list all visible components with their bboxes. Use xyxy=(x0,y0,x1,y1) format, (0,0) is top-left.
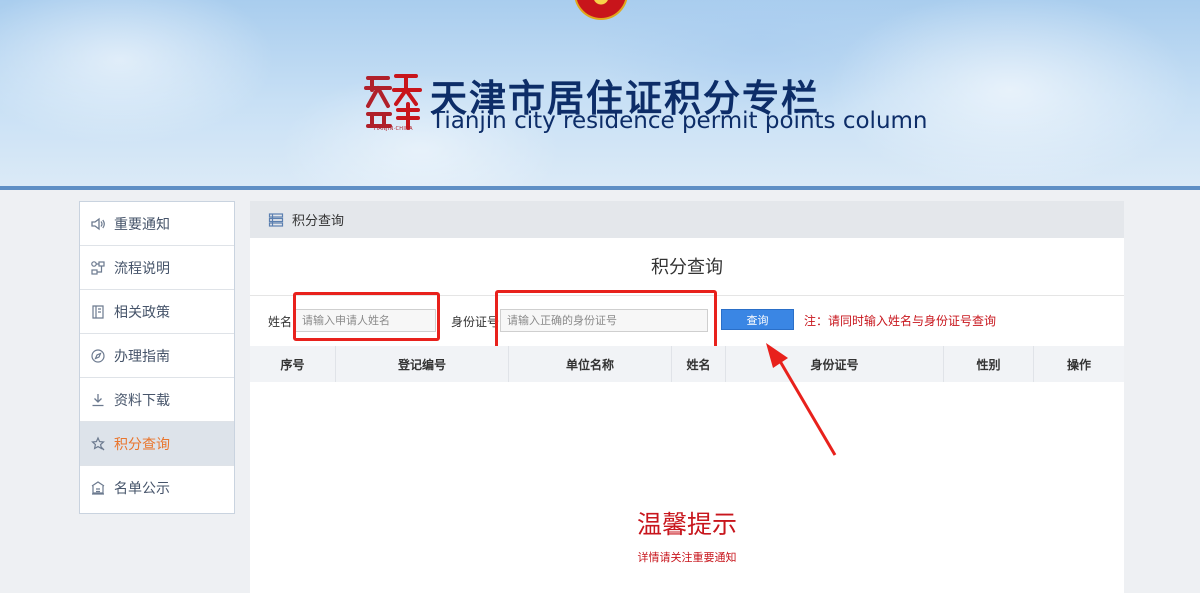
star-search-icon xyxy=(90,436,106,452)
sidebar-item-label: 流程说明 xyxy=(114,260,170,277)
highlight-box-id xyxy=(495,290,717,350)
panel-title: 积分查询 xyxy=(250,238,1124,296)
sidebar-item-downloads[interactable]: 资料下载 xyxy=(80,378,234,422)
banner-divider xyxy=(0,186,1200,190)
search-form: 姓名 身份证号 查询 注：请同时输入姓名与身份证号查询 xyxy=(250,290,1124,350)
list-icon xyxy=(268,212,284,227)
sidebar-item-label: 相关政策 xyxy=(114,304,170,321)
tip-subtitle: 详情请关注重要通知 xyxy=(637,551,737,564)
page-title-english: Tianjin city residence permit points col… xyxy=(431,108,928,134)
flow-icon xyxy=(90,260,106,276)
national-emblem-icon xyxy=(574,0,628,20)
sidebar-item-points-query[interactable]: 积分查询 xyxy=(80,422,234,466)
breadcrumb-label: 积分查询 xyxy=(292,214,345,229)
tianjin-seal-logo xyxy=(364,74,422,130)
tip-title: 温馨提示 xyxy=(636,510,737,539)
sidebar-item-public-list[interactable]: 名单公示 xyxy=(80,466,234,510)
column-header: 操作 xyxy=(1066,357,1091,372)
logo-caption: TIANJIN·CHINA xyxy=(373,126,413,132)
sidebar-item-label: 名单公示 xyxy=(114,481,170,497)
download-icon xyxy=(90,392,106,408)
column-header: 登记编号 xyxy=(336,346,509,382)
sidebar-item-process[interactable]: 流程说明 xyxy=(80,246,234,290)
sidebar-item-label: 重要通知 xyxy=(114,216,170,233)
main-panel: 积分查询 积分查询 姓名 身份证号 查询 注：请同时输入姓名与身份证号查询 序号… xyxy=(250,201,1124,593)
sidebar-item-label: 资料下载 xyxy=(114,392,170,409)
breadcrumb: 积分查询 xyxy=(250,201,1124,238)
sidebar-item-notices[interactable]: 重要通知 xyxy=(80,202,234,246)
sidebar-item-label: 积分查询 xyxy=(114,436,170,453)
document-icon xyxy=(90,304,106,320)
column-header: 单位名称 xyxy=(509,346,672,382)
sidebar-item-guide[interactable]: 办理指南 xyxy=(80,334,234,378)
header-banner: TIANJIN·CHINA 天津市居住证积分专栏 Tianjin city re… xyxy=(0,0,1200,186)
column-header: 性别 xyxy=(944,346,1034,382)
sidebar-item-policies[interactable]: 相关政策 xyxy=(80,290,234,334)
query-note: 注：请同时输入姓名与身份证号查询 xyxy=(804,314,997,328)
compass-icon xyxy=(90,348,106,364)
query-button[interactable]: 查询 xyxy=(721,309,794,330)
building-icon xyxy=(90,480,106,496)
speaker-icon xyxy=(90,216,106,232)
id-number-label: 身份证号 xyxy=(451,315,500,329)
column-header: 身份证号 xyxy=(726,346,944,382)
column-header: 姓名 xyxy=(672,346,726,382)
highlight-box-name xyxy=(293,292,440,341)
sidebar-nav: 重要通知 流程说明 相关政策 办理指南 资料下载 积分查询 名单公示 xyxy=(79,201,235,514)
column-header: 序号 xyxy=(250,346,336,382)
sidebar-item-label: 办理指南 xyxy=(114,348,170,365)
name-label: 姓名 xyxy=(268,315,293,329)
results-table-header: 序号 登记编号 单位名称 姓名 身份证号 性别 操作 xyxy=(250,346,1124,382)
